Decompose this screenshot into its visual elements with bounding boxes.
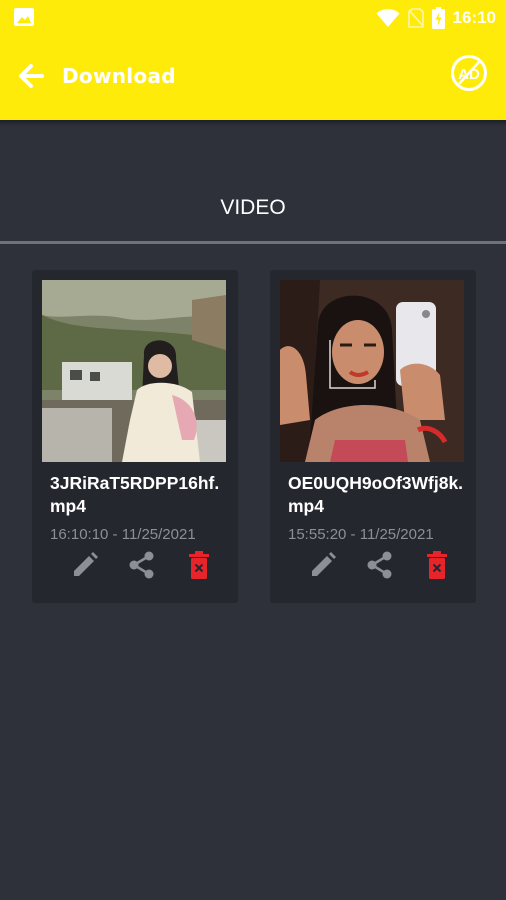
no-ads-icon[interactable]: AD	[450, 54, 488, 92]
no-sim-icon	[407, 8, 424, 28]
tab-video[interactable]: VIDEO	[0, 196, 506, 220]
tab-underline	[0, 241, 506, 244]
battery-charging-icon	[431, 7, 445, 29]
edit-icon[interactable]	[308, 550, 338, 580]
video-thumbnail[interactable]	[280, 280, 464, 462]
video-filename: 3JRiRaT5RDPP16hf.mp4	[50, 473, 220, 516]
status-bar: 16:10	[0, 0, 506, 36]
delete-icon[interactable]	[184, 550, 214, 580]
image-notification-icon	[14, 8, 34, 26]
status-time: 16:10	[452, 8, 496, 27]
video-thumbnail-image	[280, 280, 464, 462]
video-datetime: 15:55:20 - 11/25/2021	[288, 526, 434, 543]
video-filename: OE0UQH9oOf3Wfj8k.mp4	[288, 473, 464, 516]
video-card[interactable]: 3JRiRaT5RDPP16hf.mp4 16:10:10 - 11/25/20…	[32, 270, 238, 603]
page-title: Download	[62, 64, 176, 88]
video-card[interactable]: OE0UQH9oOf3Wfj8k.mp4 15:55:20 - 11/25/20…	[270, 270, 476, 603]
app-bar-shadow	[0, 120, 506, 126]
share-icon[interactable]	[365, 550, 395, 580]
delete-icon[interactable]	[422, 550, 452, 580]
edit-icon[interactable]	[70, 550, 100, 580]
share-icon[interactable]	[127, 550, 157, 580]
wifi-icon	[376, 9, 400, 27]
video-thumbnail-image	[42, 280, 226, 462]
video-thumbnail[interactable]	[42, 280, 226, 462]
arrow-left-icon[interactable]	[16, 61, 46, 91]
video-datetime: 16:10:10 - 11/25/2021	[50, 526, 196, 543]
